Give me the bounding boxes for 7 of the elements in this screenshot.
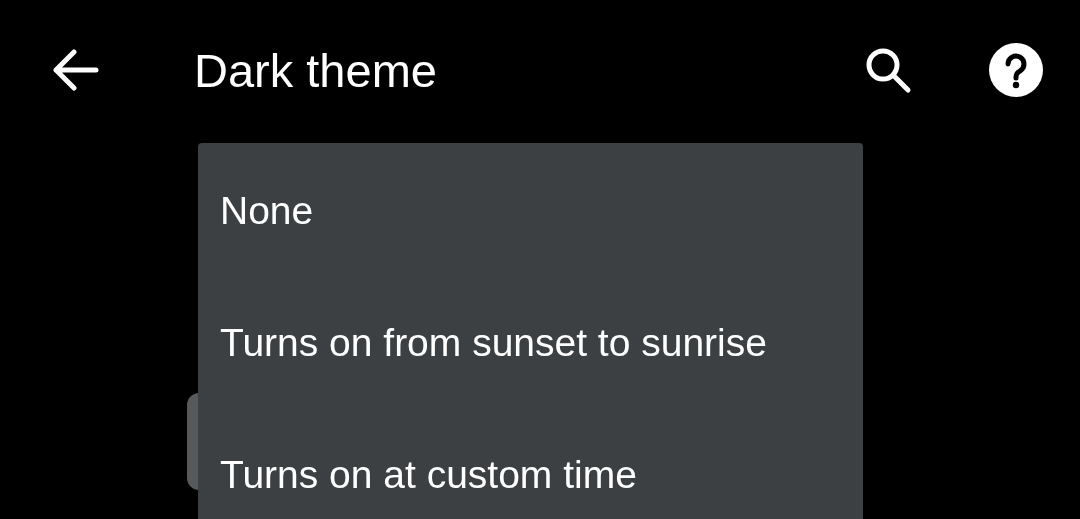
- screen-title: Dark theme: [194, 46, 437, 94]
- search-icon[interactable]: [864, 46, 912, 94]
- help-icon[interactable]: [988, 42, 1044, 98]
- back-icon[interactable]: [50, 49, 100, 91]
- menu-item[interactable]: Turns on at custom time: [198, 409, 863, 519]
- menu-item[interactable]: None: [198, 145, 863, 277]
- menu-item[interactable]: Turns on from sunset to sunrise: [198, 277, 863, 409]
